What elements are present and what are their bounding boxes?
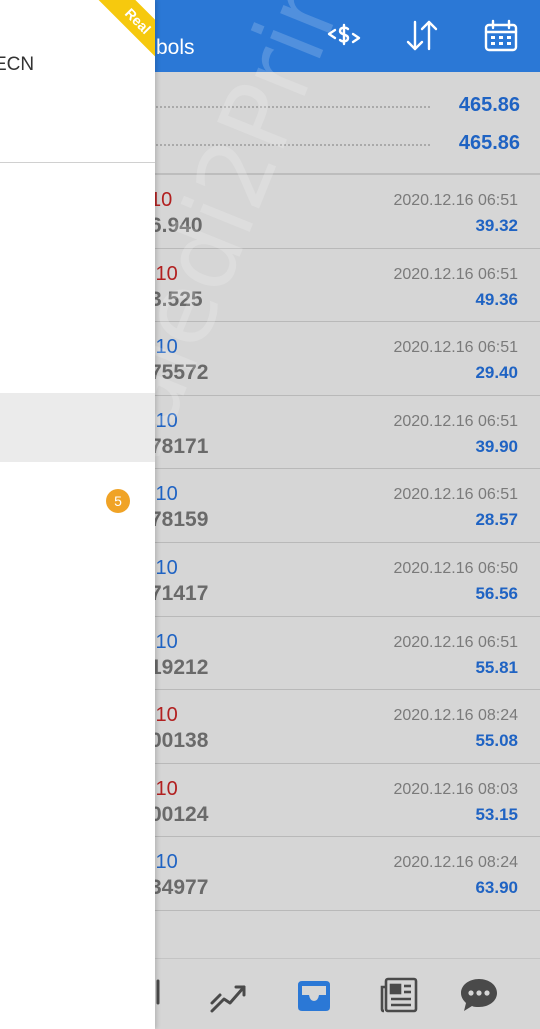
exchange-dollar-icon[interactable] (324, 16, 364, 56)
position-profit: 53.15 (475, 804, 518, 824)
position-time: 2020.12.16 06:51 (393, 265, 518, 283)
drawer-menu-item[interactable] (0, 250, 155, 319)
drawer-menu-item-selected[interactable] (0, 393, 155, 462)
position-profit: 39.32 (475, 216, 518, 235)
position-profit: 56.56 (475, 583, 518, 603)
real-account-ribbon: Real (86, 0, 155, 73)
position-time: 2020.12.16 06:51 (393, 486, 518, 504)
position-time: 2020.12.16 08:24 (393, 854, 518, 872)
chat-icon[interactable] (457, 973, 501, 1017)
dotted-leader (156, 144, 430, 146)
position-price: 75572 (150, 361, 209, 385)
calendar-icon[interactable] (481, 16, 521, 56)
drawer-header-divider (0, 162, 155, 163)
position-profit: 39.90 (475, 436, 518, 456)
drawer-menu-item[interactable] (0, 178, 155, 247)
unread-count-badge: 5 (106, 489, 130, 513)
position-profit: 49.36 (475, 289, 518, 309)
position-price: 19212 (150, 655, 209, 679)
position-time: 2020.12.16 08:03 (393, 780, 518, 798)
position-price: 00138 (150, 729, 209, 753)
position-time: 2020.12.16 06:51 (393, 412, 518, 430)
summary-value: 465.86 (458, 132, 520, 154)
position-time: 2020.12.16 06:51 (393, 192, 518, 209)
position-profit: 55.08 (475, 731, 518, 751)
sort-icon[interactable] (402, 16, 442, 56)
position-price: 78171 (150, 434, 209, 458)
position-price: 71417 (150, 581, 209, 605)
position-time: 2020.12.16 06:51 (393, 633, 518, 651)
position-profit: 55.81 (475, 657, 518, 677)
position-price: 78159 (150, 508, 209, 532)
chart-icon[interactable] (206, 973, 250, 1017)
navigation-drawer: Real ECN 5 (0, 0, 155, 1029)
position-price: 00124 (150, 802, 209, 826)
news-icon[interactable] (378, 973, 422, 1017)
account-server-label[interactable]: ECN (0, 54, 34, 76)
position-price: 3.525 (150, 287, 203, 311)
position-time: 2020.12.16 06:51 (393, 339, 518, 357)
position-profit: 29.40 (475, 363, 518, 383)
summary-value: 465.86 (458, 94, 520, 116)
drawer-menu-item-mailbox[interactable] (0, 466, 155, 535)
dotted-leader (156, 106, 430, 108)
position-price: 6.940 (150, 214, 203, 237)
trade-inbox-icon[interactable] (292, 973, 336, 1017)
position-time: 2020.12.16 08:24 (393, 707, 518, 725)
position-price: 34977 (150, 876, 209, 900)
position-profit: 63.90 (475, 878, 518, 898)
position-profit: 28.57 (475, 510, 518, 530)
drawer-menu-item[interactable] (0, 322, 155, 391)
position-time: 2020.12.16 06:50 (393, 559, 518, 577)
screen-title: bols (156, 36, 195, 59)
